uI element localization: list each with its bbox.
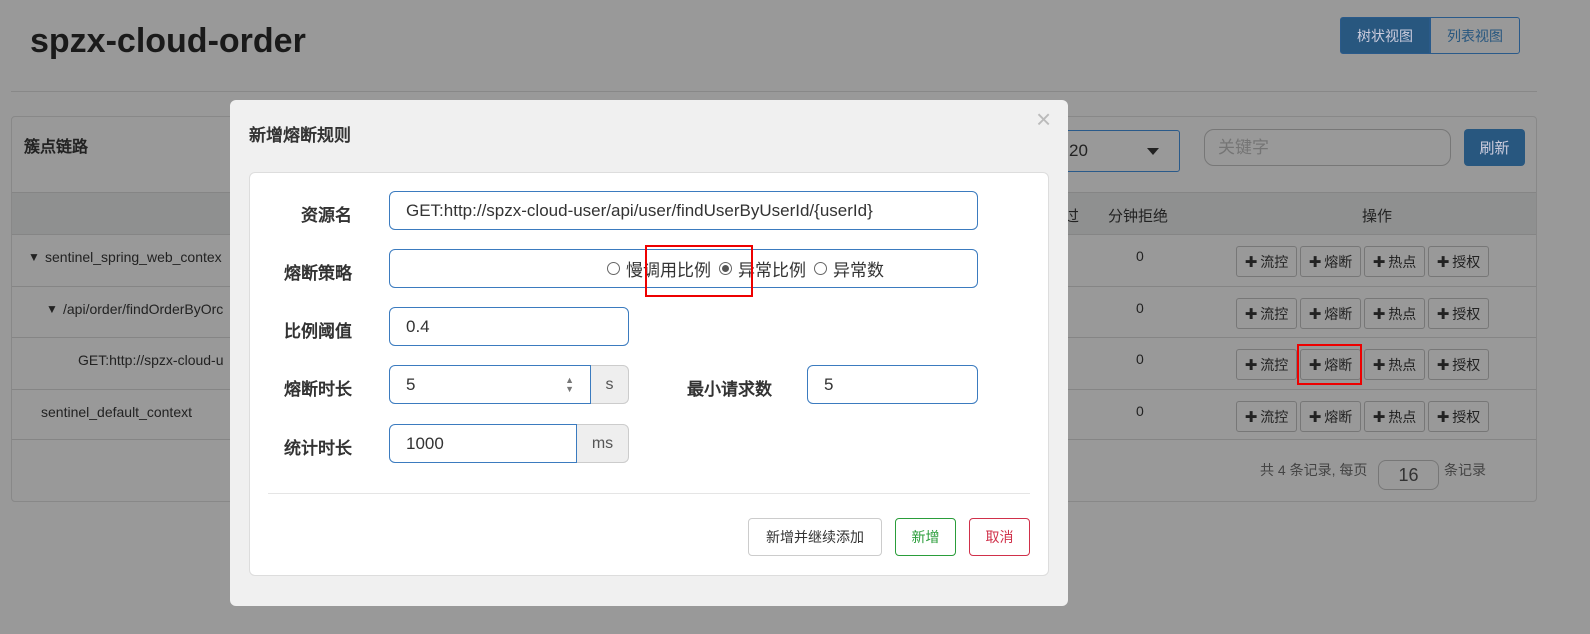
header-ops: 操作 — [1362, 208, 1393, 225]
op-button[interactable]: ✚ 流控 — [1236, 401, 1297, 432]
spinner-icon[interactable]: ▲ ▼ — [565, 375, 574, 394]
op-label: 热点 — [1388, 356, 1417, 373]
min-request-label: 最小请求数 — [687, 380, 772, 399]
stat-input[interactable]: 1000 — [389, 424, 577, 463]
pager-prefix: 共 4 条记录, 每页 — [1260, 462, 1368, 478]
stat-unit: ms — [577, 424, 629, 463]
op-label: 流控 — [1260, 408, 1289, 425]
divider — [268, 493, 1030, 494]
op-button[interactable]: ✚ 授权 — [1428, 349, 1489, 380]
op-label: 热点 — [1388, 253, 1417, 270]
op-button[interactable]: ✚ 流控 — [1236, 298, 1297, 329]
list-view-button[interactable]: 列表视图 — [1430, 17, 1520, 54]
highlight-box — [1297, 344, 1362, 385]
stat-label: 统计时长 — [284, 439, 352, 458]
select-value: 20 — [1069, 141, 1088, 160]
reject-count: 0 — [1136, 351, 1144, 367]
plus-icon: ✚ — [1308, 408, 1322, 426]
page-size-input[interactable]: 16 — [1378, 460, 1439, 490]
op-label: 流控 — [1260, 253, 1289, 270]
ratio-label: 比例阈值 — [284, 322, 352, 341]
strategy-label: 熔断策略 — [284, 264, 352, 283]
duration-input[interactable]: 5 ▲ ▼ — [389, 365, 591, 404]
op-button[interactable]: ✚ 熔断 — [1300, 298, 1361, 329]
keyword-input[interactable] — [1204, 129, 1451, 166]
plus-icon: ✚ — [1244, 253, 1258, 271]
op-button[interactable]: ✚ 授权 — [1428, 401, 1489, 432]
add-continue-button[interactable]: 新增并继续添加 — [748, 518, 882, 556]
radio-circle — [814, 262, 827, 275]
radio-label: 异常数 — [833, 261, 884, 280]
plus-icon: ✚ — [1244, 356, 1258, 374]
plus-icon: ✚ — [1372, 253, 1386, 271]
plus-icon: ✚ — [1308, 305, 1322, 323]
op-label: 熔断 — [1324, 408, 1353, 425]
plus-icon: ✚ — [1436, 305, 1450, 323]
cancel-button[interactable]: 取消 — [969, 518, 1030, 556]
op-button[interactable]: ✚ 热点 — [1364, 246, 1425, 277]
op-label: 熔断 — [1324, 305, 1353, 322]
caret-down-icon — [1147, 148, 1159, 155]
op-label: 授权 — [1452, 305, 1481, 322]
op-label: 授权 — [1452, 408, 1481, 425]
radio-exception-count[interactable]: 异常数 — [814, 256, 884, 281]
op-label: 热点 — [1388, 305, 1417, 322]
op-label: 流控 — [1260, 305, 1289, 322]
divider — [11, 91, 1537, 92]
op-label: 授权 — [1452, 356, 1481, 373]
highlight-box — [645, 245, 753, 297]
plus-icon: ✚ — [1372, 305, 1386, 323]
op-button[interactable]: ✚ 熔断 — [1300, 246, 1361, 277]
expand-triangle-icon[interactable]: ▼ — [28, 250, 40, 264]
min-request-input[interactable]: 5 — [807, 365, 978, 404]
page-title: spzx-cloud-order — [30, 22, 306, 60]
radio-circle — [607, 262, 620, 275]
op-button[interactable]: ✚ 流控 — [1236, 349, 1297, 380]
tree-view-button[interactable]: 树状视图 — [1340, 17, 1430, 54]
op-button[interactable]: ✚ 热点 — [1364, 401, 1425, 432]
header-reject: 分钟拒绝 — [1108, 208, 1169, 225]
reject-count: 0 — [1136, 248, 1144, 264]
plus-icon: ✚ — [1372, 356, 1386, 374]
duration-label: 熔断时长 — [284, 380, 352, 399]
duration-value: 5 — [406, 374, 416, 394]
resource-input[interactable]: GET:http://spzx-cloud-user/api/user/find… — [389, 191, 978, 230]
plus-icon: ✚ — [1308, 253, 1322, 271]
plus-icon: ✚ — [1244, 408, 1258, 426]
resource-name: sentinel_default_context — [41, 404, 192, 420]
add-button[interactable]: 新增 — [895, 518, 956, 556]
op-button[interactable]: ✚ 流控 — [1236, 246, 1297, 277]
op-label: 熔断 — [1324, 253, 1353, 270]
op-label: 授权 — [1452, 253, 1481, 270]
pager-suffix: 条记录 — [1444, 462, 1486, 478]
modal-title: 新增熔断规则 — [249, 126, 351, 145]
resource-name: sentinel_spring_web_contex — [45, 249, 222, 265]
op-label: 热点 — [1388, 408, 1417, 425]
resource-name: /api/order/findOrderByOrc — [63, 301, 224, 317]
op-button[interactable]: ✚ 热点 — [1364, 349, 1425, 380]
plus-icon: ✚ — [1436, 253, 1450, 271]
expand-triangle-icon[interactable]: ▼ — [46, 302, 58, 316]
panel-title: 簇点链路 — [24, 139, 89, 156]
op-button[interactable]: ✚ 授权 — [1428, 298, 1489, 329]
ratio-input[interactable]: 0.4 — [389, 307, 629, 346]
close-icon[interactable]: × — [1036, 104, 1051, 135]
op-button[interactable]: ✚ 熔断 — [1300, 401, 1361, 432]
refresh-button[interactable]: 刷新 — [1464, 129, 1525, 166]
plus-icon: ✚ — [1436, 408, 1450, 426]
duration-unit: s — [591, 365, 629, 404]
resource-label: 资源名 — [301, 206, 352, 225]
reject-count: 0 — [1136, 300, 1144, 316]
plus-icon: ✚ — [1244, 305, 1258, 323]
op-label: 流控 — [1260, 356, 1289, 373]
op-button[interactable]: ✚ 热点 — [1364, 298, 1425, 329]
resource-name: GET:http://spzx-cloud-u — [78, 352, 224, 368]
plus-icon: ✚ — [1436, 356, 1450, 374]
reject-count: 0 — [1136, 403, 1144, 419]
op-button[interactable]: ✚ 授权 — [1428, 246, 1489, 277]
plus-icon: ✚ — [1372, 408, 1386, 426]
